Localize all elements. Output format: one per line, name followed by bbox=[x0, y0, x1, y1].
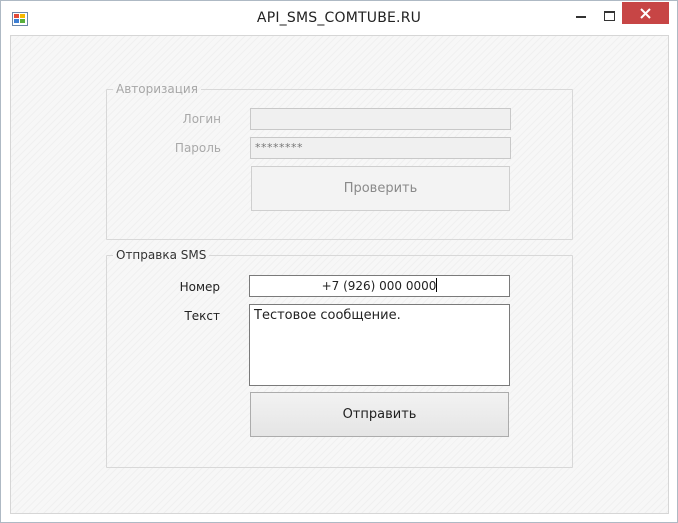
text-caret bbox=[436, 278, 438, 292]
app-window: API_SMS_COMTUBE.RU Авторизация Логин Пар… bbox=[0, 0, 678, 523]
text-label: Текст bbox=[184, 309, 220, 323]
password-field[interactable]: ******** bbox=[250, 137, 511, 159]
message-textarea[interactable]: Тестовое сообщение. bbox=[249, 304, 510, 386]
login-field[interactable] bbox=[250, 108, 511, 130]
close-icon bbox=[640, 7, 651, 19]
send-button[interactable]: Отправить bbox=[250, 392, 509, 437]
auth-group: Авторизация bbox=[106, 82, 573, 240]
number-field[interactable]: +7 (926) 000 0000 bbox=[249, 275, 510, 297]
minimize-icon bbox=[576, 16, 586, 18]
maximize-button[interactable] bbox=[596, 2, 622, 30]
number-label: Номер bbox=[179, 280, 220, 294]
login-label: Логин bbox=[182, 112, 221, 126]
number-field-value: +7 (926) 000 0000 bbox=[321, 279, 437, 293]
title-bar[interactable]: API_SMS_COMTUBE.RU bbox=[1, 1, 677, 35]
check-button[interactable]: Проверить bbox=[251, 166, 510, 211]
form-client-area: Авторизация Логин Пароль ******** Провер… bbox=[10, 35, 669, 514]
minimize-button[interactable] bbox=[566, 2, 596, 30]
auth-group-legend: Авторизация bbox=[116, 82, 198, 96]
maximize-icon bbox=[603, 11, 615, 21]
close-button[interactable] bbox=[622, 2, 669, 24]
password-label: Пароль bbox=[174, 141, 221, 155]
sms-group-legend: Отправка SMS bbox=[116, 248, 207, 262]
